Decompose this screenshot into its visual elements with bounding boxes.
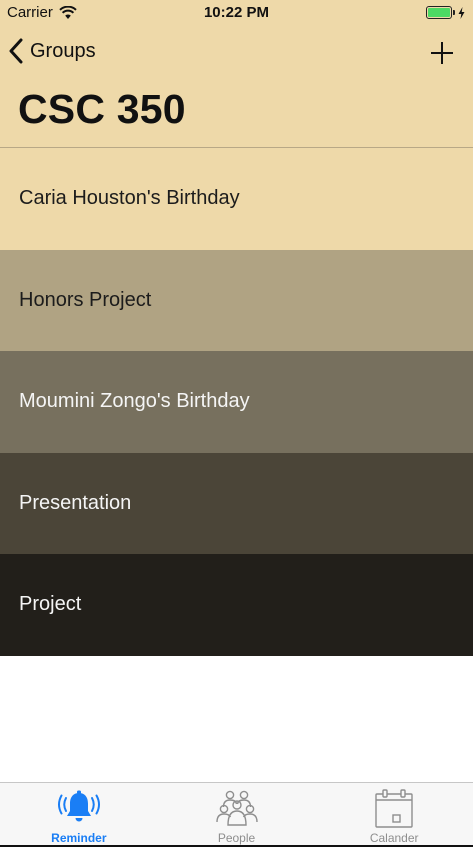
list-item[interactable]: Caria Houston's Birthday — [0, 148, 473, 250]
navigation-header: Carrier 10:22 PM Groups CSC 350 — [0, 0, 473, 148]
tab-reminder[interactable]: Reminder — [0, 783, 158, 847]
list-item-label: Honors Project — [19, 288, 152, 311]
battery-icon — [426, 6, 452, 19]
back-button[interactable]: Groups — [8, 38, 96, 64]
plus-icon[interactable] — [429, 40, 455, 66]
reminder-list: Caria Houston's Birthday Honors Project … — [0, 148, 473, 656]
status-bar: Carrier 10:22 PM — [0, 0, 473, 26]
calendar-icon — [375, 789, 413, 828]
battery-indicator — [426, 6, 465, 19]
tab-bar: Reminder People Calander — [0, 782, 473, 847]
battery-tip — [453, 10, 455, 15]
tab-calendar[interactable]: Calander — [315, 783, 473, 847]
tab-reminder-label: Reminder — [51, 831, 107, 845]
list-item[interactable]: Moumini Zongo's Birthday — [0, 351, 473, 453]
tab-people[interactable]: People — [158, 783, 316, 847]
bell-icon — [57, 790, 100, 822]
page-title: CSC 350 — [18, 86, 186, 132]
tab-calendar-label: Calander — [369, 831, 419, 845]
charging-bolt-icon — [458, 6, 465, 19]
list-item[interactable]: Presentation — [0, 452, 473, 554]
list-item-label: Moumini Zongo's Birthday — [19, 390, 250, 413]
list-item-label: Project — [19, 593, 82, 616]
list-item-label: Caria Houston's Birthday — [19, 187, 240, 210]
chevron-left-icon — [9, 38, 23, 64]
back-button-label: Groups — [30, 39, 96, 62]
tab-people-label: People — [217, 831, 256, 845]
list-item[interactable]: Project — [0, 554, 473, 656]
status-time: 10:22 PM — [203, 4, 270, 21]
battery-level — [428, 8, 450, 17]
people-icon — [215, 790, 258, 826]
list-item-label: Presentation — [19, 491, 132, 514]
list-item[interactable]: Honors Project — [0, 249, 473, 351]
